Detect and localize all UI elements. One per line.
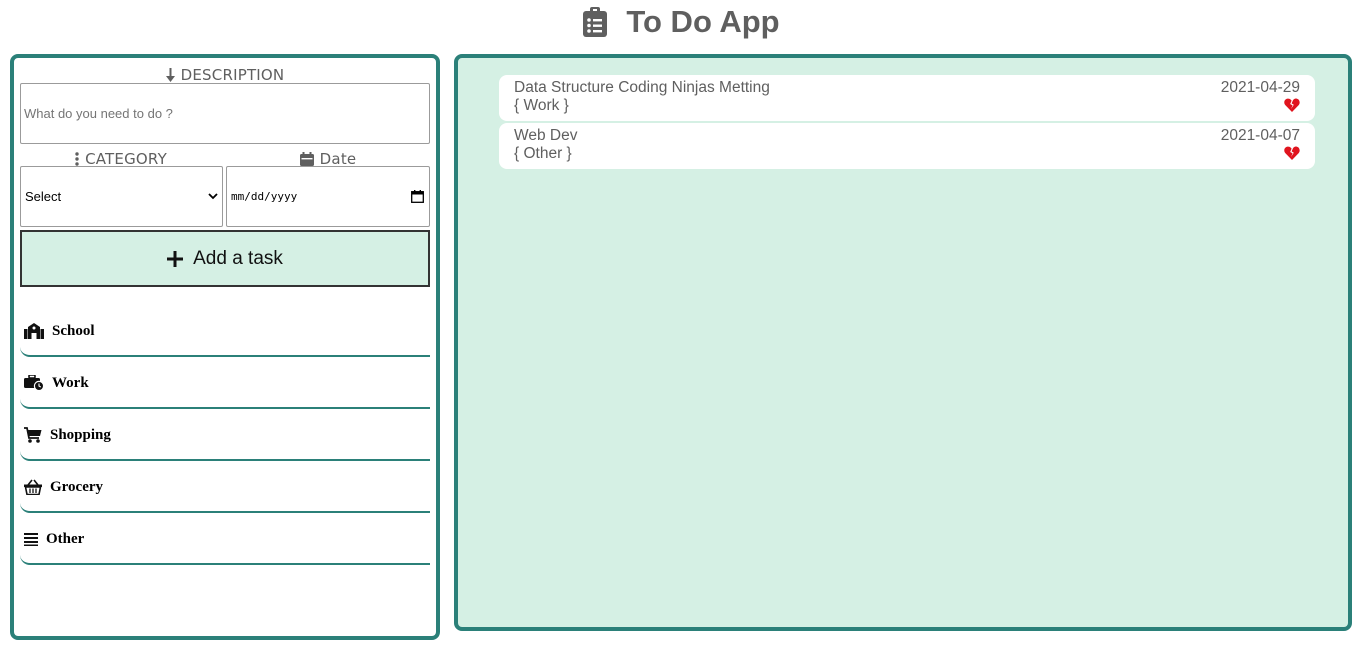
broken-heart-icon[interactable] (1284, 97, 1300, 113)
task-description: Data Structure Coding Ninjas Metting (514, 79, 770, 96)
app-header: To Do App (0, 4, 1362, 40)
category-select[interactable]: Select (20, 166, 223, 227)
calendar-icon (299, 152, 314, 166)
add-task-button[interactable]: Add a task (20, 230, 430, 287)
page-title: To Do App (626, 4, 780, 39)
date-input[interactable]: mm/dd/yyyy (226, 166, 430, 227)
description-input[interactable]: What do you need to do ? (20, 83, 430, 144)
task-item: Data Structure Coding Ninjas Metting { W… (499, 75, 1315, 121)
basket-icon (24, 479, 42, 495)
category-item-work[interactable]: Work (20, 359, 430, 409)
add-task-button-label: Add a task (193, 247, 283, 269)
category-item-label: Work (52, 374, 89, 391)
task-category: { Other } (514, 145, 572, 162)
category-item-school[interactable]: School (20, 307, 430, 357)
calendar-picker-icon[interactable] (411, 190, 424, 203)
task-form-panel: DESCRIPTION What do you need to do ? CAT… (10, 54, 440, 640)
cart-icon (24, 427, 42, 443)
task-date: 2021-04-07 (1220, 127, 1300, 144)
task-list-panel: Data Structure Coding Ninjas Metting { W… (454, 54, 1352, 631)
category-item-label: Grocery (50, 478, 104, 495)
list-icon (24, 533, 38, 546)
chevron-down-icon (208, 193, 218, 200)
vertical-dots-icon (75, 152, 79, 166)
broken-heart-icon[interactable] (1284, 145, 1300, 161)
description-label: DESCRIPTION (14, 66, 436, 84)
work-icon (24, 375, 44, 391)
task-item: Web Dev { Other } 2021-04-07 (499, 123, 1315, 169)
task-date: 2021-04-29 (1220, 79, 1300, 96)
school-icon (24, 323, 44, 339)
category-item-other[interactable]: Other (20, 515, 430, 565)
category-item-shopping[interactable]: Shopping (20, 411, 430, 461)
clipboard-list-icon (583, 7, 608, 37)
category-item-label: School (52, 322, 95, 339)
task-category: { Work } (514, 97, 569, 114)
description-placeholder: What do you need to do ? (24, 106, 173, 121)
task-description: Web Dev (514, 127, 578, 144)
arrow-down-icon (165, 68, 175, 82)
category-item-grocery[interactable]: Grocery (20, 463, 430, 513)
date-placeholder: mm/dd/yyyy (231, 190, 298, 203)
category-select-value: Select (25, 189, 62, 204)
description-label-text: DESCRIPTION (180, 66, 285, 84)
category-item-label: Other (46, 530, 85, 547)
plus-icon (167, 250, 184, 267)
category-item-label: Shopping (50, 426, 111, 443)
